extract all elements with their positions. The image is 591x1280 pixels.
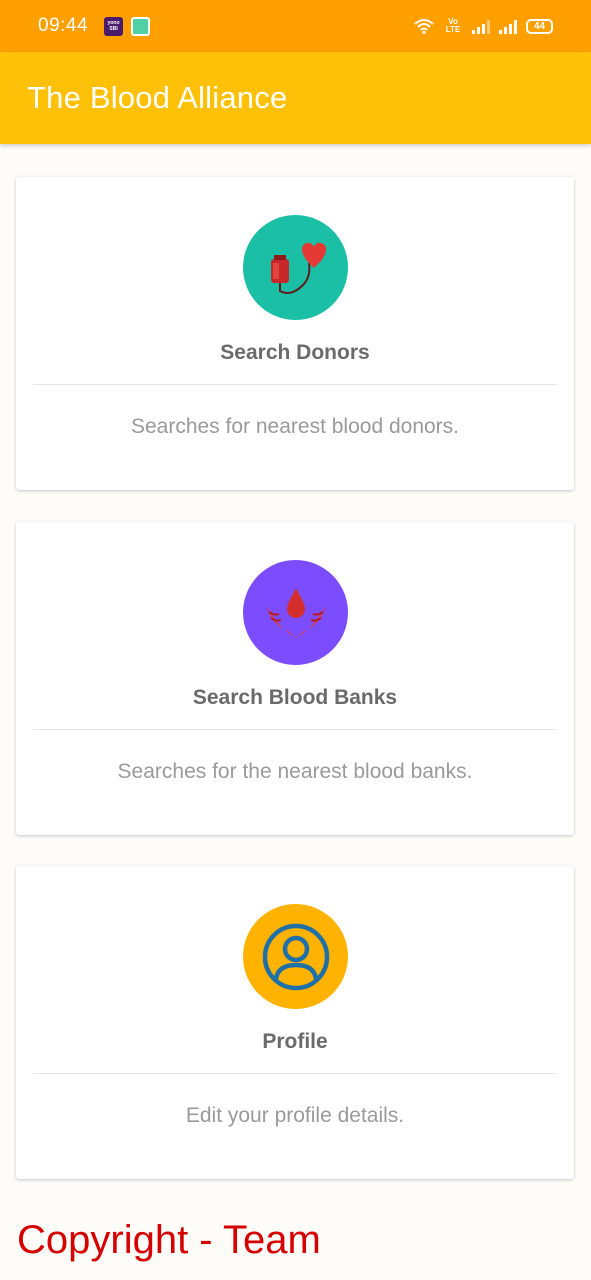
card-title: Profile <box>262 1030 328 1053</box>
status-bar: 09:44 yono SBI Vo LTE 44 <box>0 0 591 52</box>
card-description: Edit your profile details. <box>185 1104 405 1127</box>
battery-level: 44 <box>533 20 546 32</box>
blood-bag-heart-icon <box>243 215 348 320</box>
status-time: 09:44 <box>38 15 89 36</box>
card-description: Searches for the nearest blood banks. <box>117 760 473 783</box>
status-indicators: Vo LTE 44 <box>414 18 553 34</box>
volte-indicator: Vo LTE <box>445 17 461 34</box>
user-profile-icon <box>243 904 348 1009</box>
app-bar: The Blood Alliance <box>0 52 591 144</box>
blood-drop-hands-icon <box>243 560 348 665</box>
yono-app-icon: yono SBI <box>104 16 124 36</box>
search-donors-card[interactable]: Search Donors Searches for nearest blood… <box>16 177 574 490</box>
card-title: Search Blood Banks <box>192 686 398 709</box>
copyright-footer: Copyright - Team <box>17 1218 321 1262</box>
signal-2-icon <box>499 18 517 34</box>
notification-icons: yono SBI <box>104 16 151 36</box>
search-blood-banks-card[interactable]: Search Blood Banks Searches for the near… <box>16 522 574 835</box>
profile-card[interactable]: Profile Edit your profile details. <box>16 866 574 1179</box>
signal-1-icon <box>472 18 490 34</box>
card-title: Search Donors <box>220 341 370 364</box>
card-divider <box>33 384 557 385</box>
card-divider <box>33 729 557 730</box>
card-divider <box>33 1073 557 1074</box>
message-app-icon <box>131 16 151 36</box>
app-title: The Blood Alliance <box>27 80 288 115</box>
battery-icon: 44 <box>526 18 553 34</box>
wifi-icon <box>414 19 434 34</box>
card-description: Searches for nearest blood donors. <box>130 415 460 438</box>
